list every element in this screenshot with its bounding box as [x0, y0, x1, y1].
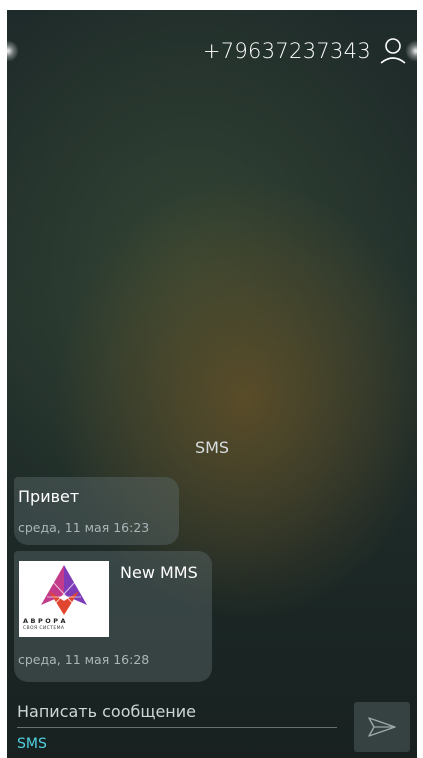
thumbnail-brand-text: АВРОРА: [23, 617, 69, 625]
messaging-screen: +79637237343 SMS Привет среда, 11 мая 16…: [7, 10, 417, 758]
send-icon: [368, 717, 396, 737]
message-input[interactable]: [17, 702, 337, 728]
message-text: Привет: [18, 487, 80, 506]
sms-mode-selector[interactable]: SMS: [17, 736, 47, 752]
message-timestamp: среда, 11 мая 16:28: [18, 652, 150, 667]
message-composer: SMS: [17, 702, 337, 752]
message-timestamp: среда, 11 мая 16:23: [18, 520, 150, 535]
message-text: New MMS: [120, 563, 198, 582]
conversation-header: +79637237343: [203, 36, 407, 66]
aurora-logo-icon: [41, 565, 87, 615]
corner-light-left: [7, 40, 19, 62]
mms-attachment-thumbnail[interactable]: АВРОРА СВОЯ СИСТЕМА: [19, 561, 109, 637]
person-icon[interactable]: [379, 36, 407, 66]
message-type-label: SMS: [194, 438, 230, 457]
send-button[interactable]: [354, 702, 410, 752]
contact-phone-number: +79637237343: [202, 39, 371, 63]
message-bubble-incoming[interactable]: Привет среда, 11 мая 16:23: [14, 477, 179, 545]
thumbnail-tagline-text: СВОЯ СИСТЕМА: [23, 626, 65, 631]
mms-bubble-incoming[interactable]: АВРОРА СВОЯ СИСТЕМА New MMS среда, 11 ма…: [14, 551, 212, 682]
